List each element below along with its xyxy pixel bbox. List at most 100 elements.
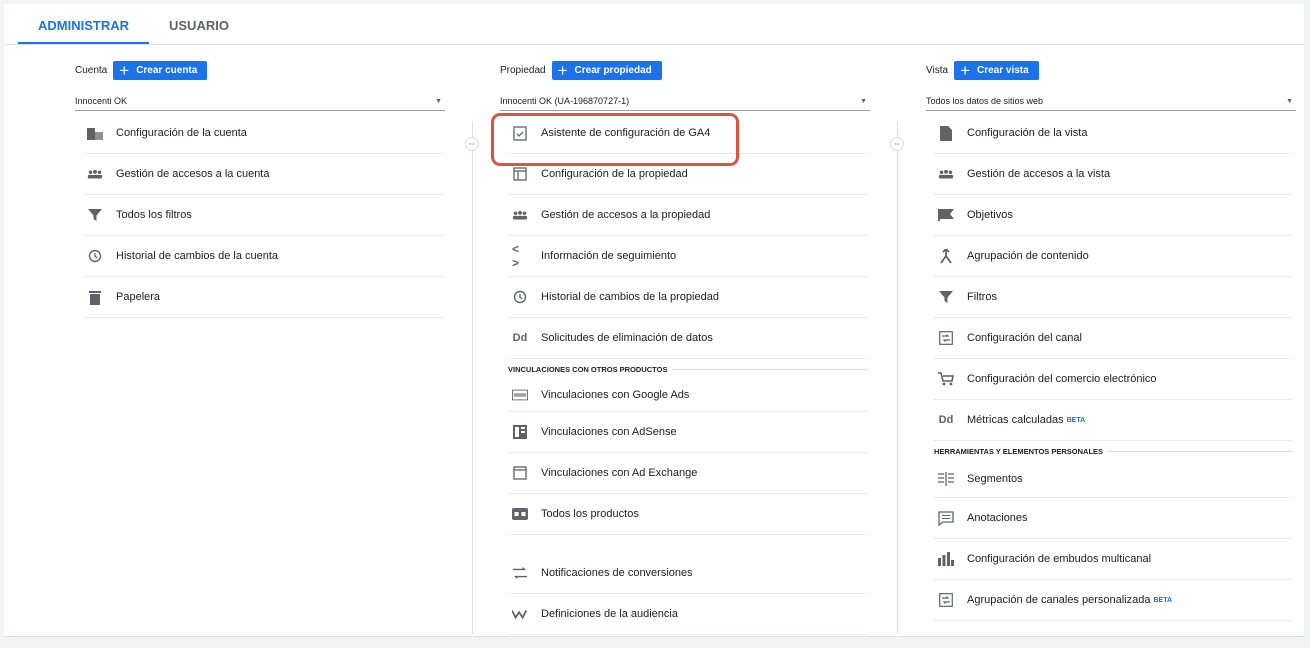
product-link-item[interactable]: Vinculaciones con AdSense xyxy=(508,412,868,453)
menu-item-label: Configuración de la vista xyxy=(967,127,1088,139)
personal-tool-item[interactable]: Agrupación de canales personalizada BETA xyxy=(934,580,1292,621)
property-menu-item[interactable]: Gestión de accesos a la propiedad xyxy=(508,195,868,236)
beta-badge: BETA xyxy=(1066,416,1086,424)
people-icon xyxy=(938,166,954,182)
tab-usuario[interactable]: USUARIO xyxy=(149,4,249,44)
arrow-right-icon: ⇨ xyxy=(465,137,479,151)
flag-icon xyxy=(938,207,954,223)
menu-item-label: Segmentos xyxy=(967,473,1023,485)
menu-item-label: Vinculaciones con AdSense xyxy=(541,426,677,438)
arrow-right-icon: ⇨ xyxy=(890,137,904,151)
account-selector[interactable]: Innocenti OK ▼ xyxy=(75,92,445,111)
property-menu-item[interactable]: Dd Solicitudes de eliminación de datos xyxy=(508,318,868,359)
ads-icon xyxy=(512,387,528,403)
menu-item-label: Configuración del canal xyxy=(967,332,1082,344)
people-icon xyxy=(512,207,528,223)
filter-icon xyxy=(87,207,103,223)
menu-item-label: Notificaciones de conversiones xyxy=(541,567,693,579)
property-label: Propiedad xyxy=(500,64,546,76)
personal-tools-section: HERRAMIENTAS Y ELEMENTOS PERSONALES xyxy=(934,441,1292,461)
create-property-button[interactable]: + Crear propiedad xyxy=(551,60,662,80)
create-account-button[interactable]: + Crear cuenta xyxy=(113,60,208,80)
dd-icon: Dd xyxy=(512,332,528,344)
tabs-divider xyxy=(4,44,1304,45)
property-menu-item[interactable]: Historial de cambios de la propiedad xyxy=(508,277,868,318)
channel-icon xyxy=(938,592,954,608)
menu-item-label: Gestión de accesos a la cuenta xyxy=(116,168,270,180)
beta-badge: BETA xyxy=(1153,596,1173,604)
view-menu-item[interactable]: Configuración de la vista xyxy=(934,113,1292,154)
menu-item-label: Gestión de accesos a la propiedad xyxy=(541,209,711,221)
property-menu-item[interactable]: Configuración de la propiedad xyxy=(508,154,868,195)
account-column: Cuenta + Crear cuenta Innocenti OK ▼ Conf… xyxy=(75,60,445,318)
checkbox-icon xyxy=(512,125,528,141)
personal-tool-item[interactable]: Anotaciones xyxy=(934,498,1292,539)
section-title: HERRAMIENTAS Y ELEMENTOS PERSONALES xyxy=(934,446,1104,456)
view-menu-item[interactable]: Objetivos xyxy=(934,195,1292,236)
property-extra-item[interactable]: Notificaciones de conversiones xyxy=(508,553,868,594)
column-divider xyxy=(897,122,898,634)
dd-icon: Dd xyxy=(938,414,954,426)
tab-administrar[interactable]: ADMINISTRAR xyxy=(18,4,149,44)
menu-item-label: Papelera xyxy=(116,291,161,303)
menu-item-label: Historial de cambios de la propiedad xyxy=(541,291,719,303)
create-view-button[interactable]: + Crear vista xyxy=(954,60,1039,80)
product-link-item[interactable]: Vinculaciones con Google Ads xyxy=(508,379,868,412)
caret-down-icon: ▼ xyxy=(1286,97,1293,105)
view-selector[interactable]: Todos los datos de sitios web ▼ xyxy=(926,92,1296,111)
channel-icon xyxy=(938,330,954,346)
account-menu-item[interactable]: Papelera xyxy=(83,277,445,318)
view-menu-item[interactable]: Agrupación de contenido xyxy=(934,236,1292,277)
comment-icon xyxy=(938,510,954,526)
menu-item-label: Configuración de la propiedad xyxy=(541,168,688,180)
create-view-label: Crear vista xyxy=(977,64,1029,76)
file-icon xyxy=(938,125,954,141)
section-title: VINCULACIONES CON OTROS PRODUCTOS xyxy=(508,364,668,374)
column-divider xyxy=(472,122,473,634)
menu-item-label: Configuración de la cuenta xyxy=(116,127,247,139)
view-menu-item[interactable]: Gestión de accesos a la vista xyxy=(934,154,1292,195)
merge-icon xyxy=(938,248,954,264)
tab-bar: ADMINISTRAR USUARIO xyxy=(18,4,249,44)
account-menu-item[interactable]: Gestión de accesos a la cuenta xyxy=(83,154,445,195)
segments-icon xyxy=(938,471,954,487)
view-menu-item[interactable]: Configuración del canal xyxy=(934,318,1292,359)
menu-item-label: Solicitudes de eliminación de datos xyxy=(541,332,713,344)
menu-item-label: Todos los filtros xyxy=(116,209,192,221)
account-menu-item[interactable]: Todos los filtros xyxy=(83,195,445,236)
menu-item-label: Vinculaciones con Google Ads xyxy=(541,389,690,401)
property-extra-item[interactable]: Definiciones de la audiencia xyxy=(508,594,868,635)
menu-item-label: Vinculaciones con Ad Exchange xyxy=(541,467,698,479)
property-menu-item[interactable]: < > Información de seguimiento xyxy=(508,236,868,277)
view-menu-item[interactable]: Filtros xyxy=(934,277,1292,318)
menu-item-label: Agrupación de contenido xyxy=(967,250,1089,262)
menu-item-label: Agrupación de canales personalizada xyxy=(967,594,1151,606)
linked-products-section: VINCULACIONES CON OTROS PRODUCTOS xyxy=(508,359,868,379)
property-selector[interactable]: Innocenti OK (UA-196870727-1) ▼ xyxy=(500,92,870,111)
menu-item-label: Todos los productos xyxy=(541,508,639,520)
create-property-label: Crear propiedad xyxy=(574,64,652,76)
products-icon xyxy=(512,506,528,522)
menu-item-label: Objetivos xyxy=(967,209,1013,221)
menu-item-label: Historial de cambios de la cuenta xyxy=(116,250,279,262)
cart-icon xyxy=(938,371,954,387)
product-link-item[interactable]: Vinculaciones con Ad Exchange xyxy=(508,453,868,494)
view-menu-item[interactable]: Dd Métricas calculadas BETA xyxy=(934,400,1292,441)
account-label: Cuenta xyxy=(75,64,108,76)
ga4-setup-assistant-item[interactable]: Asistente de configuración de GA4 xyxy=(508,113,868,154)
product-link-item[interactable]: Todos los productos xyxy=(508,494,868,535)
menu-item-label: Configuración de embudos multicanal xyxy=(967,553,1152,565)
view-column: Vista + Crear vista Todos los datos de si… xyxy=(926,60,1296,621)
view-menu-item[interactable]: Configuración del comercio electrónico xyxy=(934,359,1292,400)
personal-tool-item[interactable]: Configuración de embudos multicanal xyxy=(934,539,1292,580)
create-account-label: Crear cuenta xyxy=(136,64,198,76)
menu-item-label: Definiciones de la audiencia xyxy=(541,608,678,620)
account-menu-item[interactable]: Configuración de la cuenta xyxy=(83,113,445,154)
menu-item-label: Asistente de configuración de GA4 xyxy=(541,127,711,139)
layout-icon xyxy=(512,166,528,182)
property-selected: Innocenti OK (UA-196870727-1) xyxy=(500,96,630,106)
personal-tool-item[interactable]: Segmentos xyxy=(934,461,1292,498)
history-icon xyxy=(512,289,528,305)
account-menu-item[interactable]: Historial de cambios de la cuenta xyxy=(83,236,445,277)
